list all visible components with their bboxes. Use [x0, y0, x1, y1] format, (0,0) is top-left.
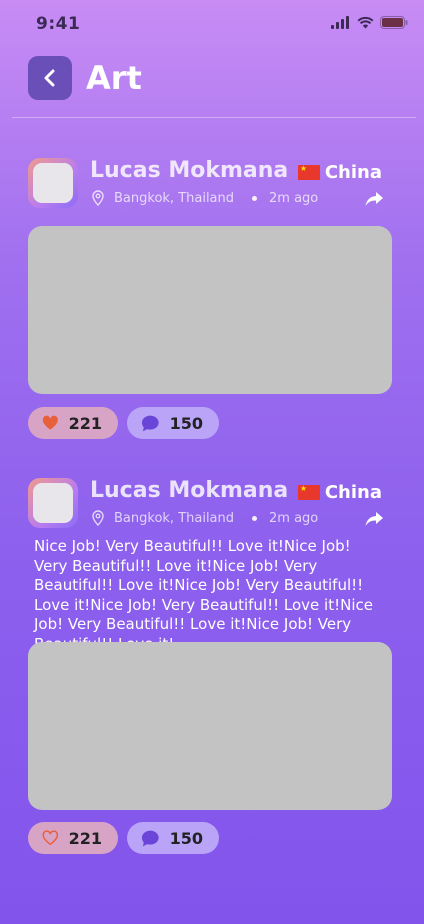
- time-ago: 2m ago: [269, 190, 319, 206]
- separator-dot: [252, 195, 258, 201]
- battery-icon: [380, 16, 408, 29]
- post-actions: 221 150: [28, 822, 219, 854]
- comment-icon: [141, 415, 159, 431]
- post-meta: Bangkok, Thailand 2m ago: [90, 510, 318, 526]
- china-flag-icon: [297, 163, 320, 180]
- separator-dot: [252, 515, 258, 521]
- heart-outline-icon: [42, 830, 59, 846]
- location-pin-icon: [92, 190, 104, 206]
- post-text: Nice Job! Very Beautiful!! Love it!Nice …: [34, 537, 373, 653]
- post-image-placeholder[interactable]: [28, 642, 392, 810]
- post-card: Lucas Mokmana Bangkok, Thailand 2m ago C…: [28, 158, 394, 443]
- time-ago: 2m ago: [269, 510, 319, 526]
- page-title: Art: [86, 59, 142, 97]
- header: Art: [0, 50, 424, 118]
- comment-icon: [141, 830, 159, 846]
- wifi-icon: [357, 16, 374, 29]
- location-pin-icon: [92, 510, 104, 526]
- status-bar: 9:41: [0, 0, 424, 48]
- heart-filled-icon: [42, 415, 58, 430]
- comment-button[interactable]: 150: [127, 407, 219, 439]
- like-count: 221: [68, 413, 102, 433]
- post-actions: 221 150: [28, 407, 219, 439]
- location-text: Bangkok, Thailand: [114, 190, 235, 206]
- share-icon[interactable]: [364, 510, 384, 528]
- share-icon[interactable]: [364, 190, 384, 208]
- post-image-placeholder[interactable]: [28, 226, 392, 394]
- back-button[interactable]: [28, 56, 72, 100]
- country-tag: China: [297, 162, 382, 183]
- like-button[interactable]: 221: [28, 822, 118, 854]
- comment-count: 150: [169, 413, 203, 433]
- avatar[interactable]: [28, 478, 78, 528]
- post-card: Lucas Mokmana Bangkok, Thailand 2m ago C…: [28, 478, 394, 858]
- country-name: China: [324, 162, 382, 183]
- status-icons: [331, 16, 408, 29]
- author-name[interactable]: Lucas Mokmana: [90, 478, 288, 503]
- header-divider: [12, 117, 416, 118]
- location-text: Bangkok, Thailand: [114, 510, 235, 526]
- chevron-left-icon: [44, 69, 55, 87]
- country-name: China: [324, 482, 382, 503]
- like-count: 221: [68, 828, 102, 848]
- cellular-signal-icon: [331, 16, 349, 29]
- status-time: 9:41: [36, 14, 81, 34]
- comment-button[interactable]: 150: [127, 822, 219, 854]
- china-flag-icon: [297, 483, 320, 500]
- author-name[interactable]: Lucas Mokmana: [90, 158, 288, 183]
- country-tag: China: [297, 482, 382, 503]
- comment-count: 150: [169, 828, 203, 848]
- like-button[interactable]: 221: [28, 407, 118, 439]
- avatar[interactable]: [28, 158, 78, 208]
- post-meta: Bangkok, Thailand 2m ago: [90, 190, 318, 206]
